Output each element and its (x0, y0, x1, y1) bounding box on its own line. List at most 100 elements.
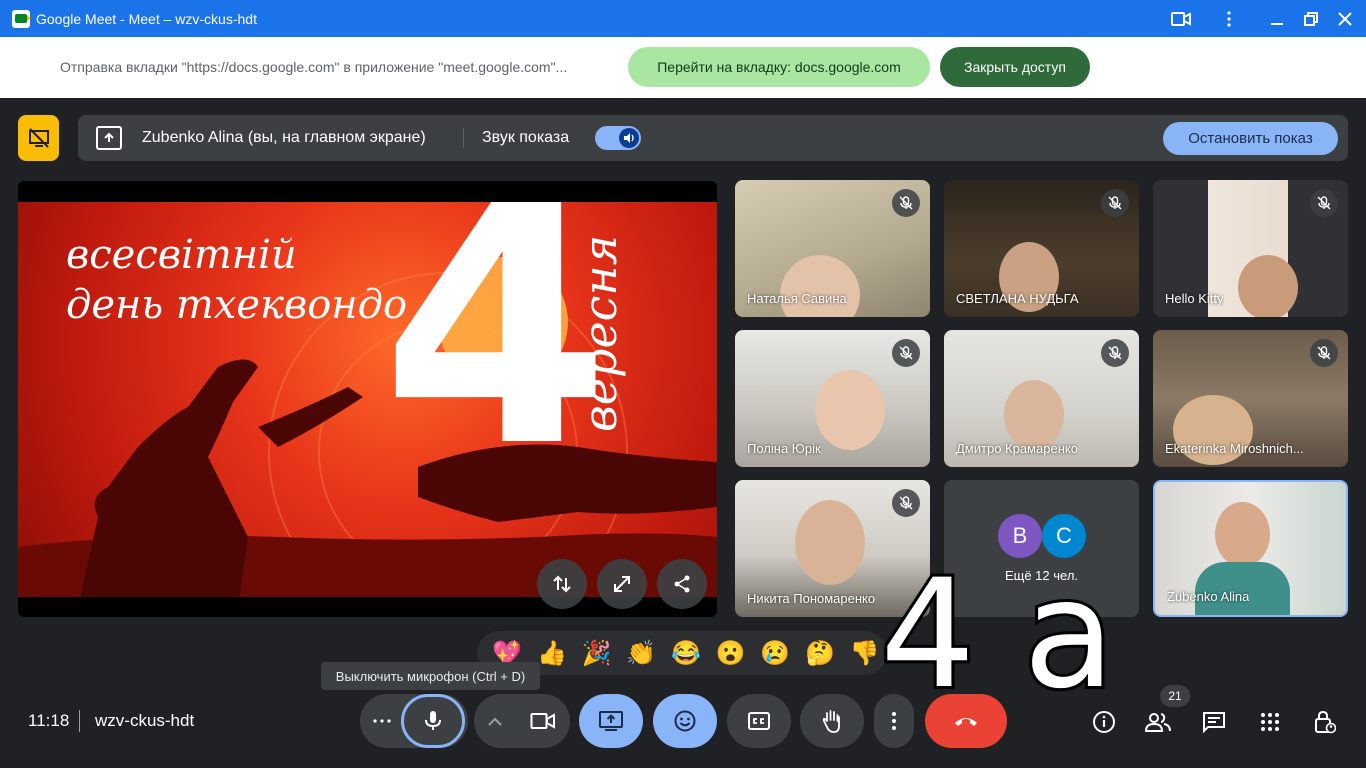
meeting-code: wzv-ckus-hdt (95, 711, 195, 730)
participant-name: Дмитро Крамаренко (956, 441, 1078, 456)
volume-icon (619, 128, 639, 148)
raise-hand-button[interactable] (800, 694, 864, 748)
participant-name: Hello Kitty (1165, 291, 1224, 306)
present-screen-icon (96, 126, 122, 150)
participant-video (1004, 380, 1064, 450)
share-icon (674, 575, 690, 593)
microphone-button[interactable] (401, 694, 465, 748)
closed-captions-icon (748, 712, 770, 730)
participant-tile[interactable]: Наталья Савина (735, 180, 930, 317)
swap-layout-button[interactable] (537, 559, 587, 609)
fullscreen-button[interactable] (597, 559, 647, 609)
window-title: Google Meet - Meet – wzv-ckus-hdt (36, 10, 257, 27)
activities-button[interactable] (1250, 702, 1290, 742)
reaction-surprised[interactable]: 😮 (708, 639, 753, 668)
share-button[interactable] (657, 559, 707, 609)
reaction-crying[interactable]: 😢 (753, 639, 798, 668)
sharing-message: Отправка вкладки "https://docs.google.co… (60, 59, 568, 75)
participant-tile[interactable]: Ekaterinka Miroshnich... (1153, 330, 1348, 467)
lock-person-icon (1315, 710, 1336, 734)
expand-icon (614, 576, 630, 592)
swap-vert-icon (553, 575, 571, 593)
self-view-tile[interactable]: Zubenko Alina (1153, 480, 1348, 617)
mic-off-icon (892, 189, 920, 217)
presenter-name: Zubenko Alina (вы, на главном экране) (142, 129, 426, 146)
mic-off-icon (1101, 189, 1129, 217)
leave-call-button[interactable] (925, 694, 1007, 748)
participant-tile[interactable]: СВЕТЛАНА НУДЬГА (944, 180, 1139, 317)
participant-tile[interactable]: Поліна Юрік (735, 330, 930, 467)
chevron-up-icon[interactable] (488, 717, 502, 726)
slide-title-line1: всесвітній (66, 232, 297, 278)
chat-button[interactable] (1194, 702, 1234, 742)
hand-icon (822, 710, 840, 733)
reaction-thinking[interactable]: 🤔 (798, 639, 843, 668)
presentation-off-icon (28, 128, 49, 148)
mic-off-icon (892, 489, 920, 517)
presentation-sound-label: Звук показа (482, 129, 570, 146)
slide-vertical-text: вересня (573, 234, 627, 432)
participant-name: Ekaterinka Miroshnich... (1165, 441, 1304, 456)
restore-icon[interactable] (1294, 0, 1328, 37)
videocam-icon (530, 713, 555, 729)
participant-name: Zubenko Alina (1167, 589, 1250, 604)
present-to-all-icon (599, 711, 623, 731)
participant-tile[interactable]: Дмитро Крамаренко (944, 330, 1139, 467)
participant-video (795, 500, 865, 585)
people-icon (1145, 713, 1171, 732)
minimize-icon[interactable] (1260, 0, 1294, 37)
meeting-details-button[interactable] (1084, 702, 1124, 742)
captions-button[interactable] (727, 694, 791, 748)
presenting-bar: Zubenko Alina (вы, на главном экране) Зв… (78, 115, 1348, 161)
host-controls-button[interactable] (1305, 702, 1345, 742)
presentation-sound-toggle[interactable] (595, 126, 641, 150)
more-options-button[interactable] (874, 694, 914, 748)
participant-video (780, 255, 860, 317)
participant-video (815, 370, 885, 450)
slide-title-line2: день тхеквондо (66, 282, 408, 328)
presentation-slide: 4 всесвітній день тхеквондо вересня (18, 202, 717, 597)
presentation-stage: 4 всесвітній день тхеквондо вересня (18, 181, 717, 617)
present-screen-button[interactable] (579, 694, 643, 748)
hide-presentation-button[interactable] (18, 115, 59, 161)
mic-tooltip: Выключить микрофон (Ctrl + D) (321, 662, 540, 690)
reaction-party-popper[interactable]: 🎉 (574, 639, 619, 668)
participant-tile[interactable]: Hello Kitty (1153, 180, 1348, 317)
mic-off-icon (1310, 339, 1338, 367)
mic-off-icon (892, 339, 920, 367)
mic-off-icon (1310, 189, 1338, 217)
chat-icon (1203, 712, 1225, 733)
tab-sharing-notification: Отправка вкладки "https://docs.google.co… (0, 37, 1366, 98)
meeting-clock: 11:18 (28, 711, 70, 730)
apps-grid-icon (1261, 713, 1279, 731)
reaction-clapping[interactable]: 👏 (619, 639, 664, 668)
more-vert-icon (892, 712, 896, 730)
participant-name: Никита Пономаренко (747, 591, 876, 606)
info-icon (1093, 711, 1115, 733)
more-vert-icon[interactable] (1212, 0, 1246, 37)
participant-name: Поліна Юрік (747, 441, 821, 456)
participant-name: СВЕТЛАНА НУДЬГА (956, 291, 1079, 306)
reactions-button[interactable] (653, 694, 717, 748)
reaction-laughing[interactable]: 😂 (664, 639, 709, 668)
go-to-tab-button[interactable]: Перейти на вкладку: docs.google.com (628, 47, 930, 87)
close-icon[interactable] (1328, 0, 1362, 37)
window-titlebar: Google Meet - Meet – wzv-ckus-hdt (0, 0, 1366, 37)
google-meet-logo-icon (12, 9, 31, 28)
mic-off-icon (1101, 339, 1129, 367)
self-video (1215, 502, 1270, 567)
participant-name: Наталья Савина (747, 291, 847, 306)
more-horiz-icon[interactable] (372, 719, 392, 723)
camera-button[interactable] (515, 694, 570, 748)
emoji-icon (674, 710, 696, 732)
stop-presenting-button[interactable]: Остановить показ (1163, 122, 1338, 155)
people-button[interactable] (1138, 702, 1178, 742)
overlay-annotation-text: 4 a (877, 548, 1118, 722)
divider (79, 710, 80, 732)
participant-video (1238, 255, 1298, 317)
stop-sharing-access-button[interactable]: Закрыть доступ (940, 47, 1090, 87)
camera-indicator-icon[interactable] (1164, 0, 1198, 37)
divider (463, 128, 464, 148)
microphone-icon (425, 711, 441, 730)
call-end-icon (955, 718, 977, 726)
